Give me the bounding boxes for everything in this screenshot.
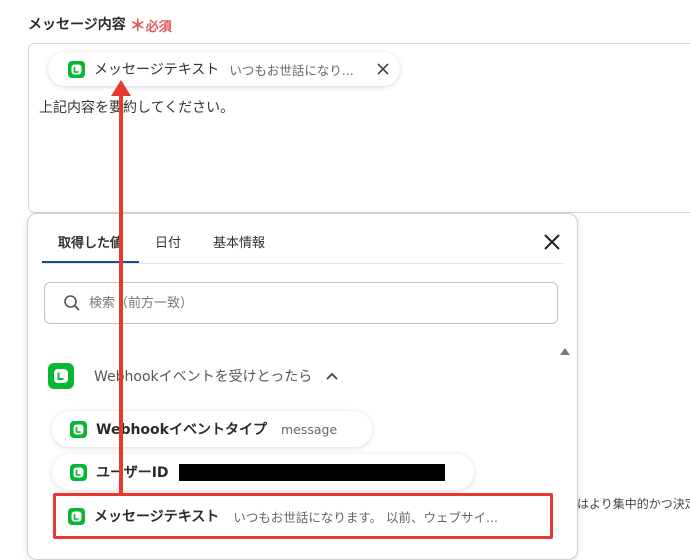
group-header[interactable]: Webhookイベントを受けとったら bbox=[48, 363, 338, 389]
tab-bar: 取得した値 日付 基本情報 bbox=[42, 232, 281, 264]
line-icon bbox=[48, 363, 74, 389]
scroll-up-icon[interactable] bbox=[560, 348, 570, 355]
chip-name: メッセージテキスト bbox=[94, 62, 220, 78]
required-text: 必須 bbox=[145, 20, 172, 35]
item-name: メッセージテキスト bbox=[94, 509, 220, 525]
group-title: Webhookイベントを受けとったら bbox=[94, 369, 313, 385]
item-value: message bbox=[280, 421, 338, 437]
chevron-up-icon[interactable] bbox=[326, 372, 338, 380]
list-item[interactable]: Webhookイベントタイプ message bbox=[52, 411, 372, 447]
line-icon bbox=[70, 463, 87, 481]
list-item[interactable]: ユーザーID bbox=[52, 454, 474, 490]
tab-acquired-values[interactable]: 取得した値 bbox=[42, 232, 140, 264]
required-star: ＊ bbox=[129, 16, 146, 35]
value-picker-panel: 取得した値 日付 基本情報 Webhookイベントを受けとったら Webhook… bbox=[27, 213, 578, 560]
field-label-text: メッセージ内容 bbox=[28, 17, 126, 33]
annotation-arrow-line bbox=[119, 92, 123, 496]
required-badge: ＊必須 bbox=[130, 12, 172, 36]
line-icon bbox=[68, 60, 85, 78]
list-item-highlighted[interactable]: メッセージテキスト いつもお世話になります。 以前、ウェブサイ... bbox=[53, 493, 553, 539]
field-label: メッセージ内容 ＊必須 bbox=[28, 12, 172, 36]
inserted-variable-chip[interactable]: メッセージテキスト いつもお世話になり... bbox=[48, 52, 400, 86]
redacted-value bbox=[178, 463, 445, 481]
search-icon bbox=[64, 295, 80, 311]
editor-text: 上記内容を要約してください。 bbox=[39, 100, 235, 116]
close-icon[interactable] bbox=[543, 233, 561, 251]
line-icon bbox=[70, 420, 87, 438]
line-icon bbox=[68, 507, 85, 525]
chip-value: いつもお世話になり... bbox=[229, 62, 354, 78]
search-input[interactable] bbox=[87, 294, 511, 312]
close-icon[interactable] bbox=[376, 62, 390, 76]
tab-basic-info[interactable]: 基本情報 bbox=[197, 232, 281, 264]
tab-date[interactable]: 日付 bbox=[139, 232, 197, 264]
item-value: いつもお世話になります。 以前、ウェブサイ... bbox=[233, 509, 498, 525]
item-name: ユーザーID bbox=[96, 465, 169, 481]
annotation-arrow-head bbox=[111, 80, 131, 96]
background-text: はより集中的かつ決定 bbox=[577, 497, 690, 511]
